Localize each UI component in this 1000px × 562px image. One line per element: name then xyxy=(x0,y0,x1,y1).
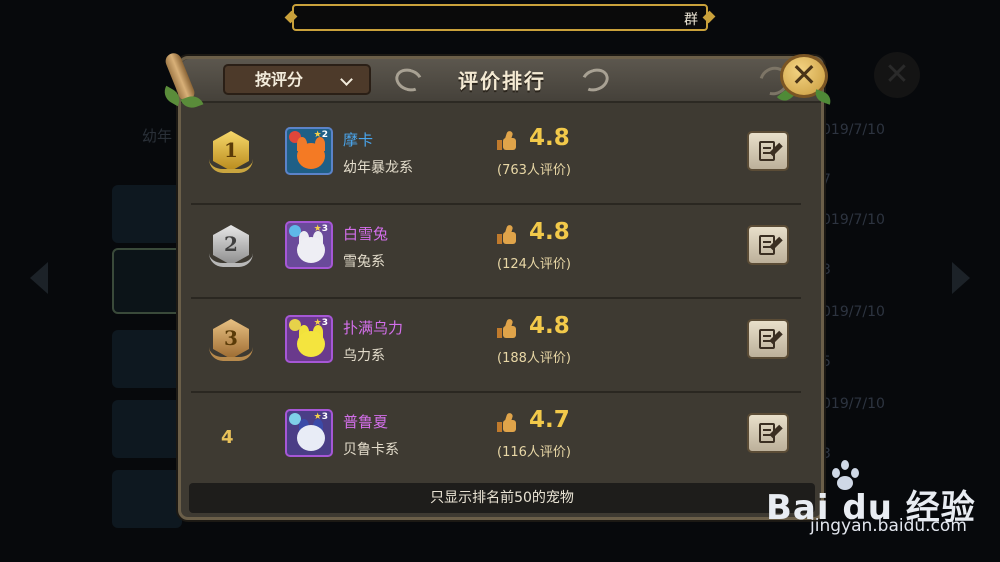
rating-score: 4.8 xyxy=(529,125,570,151)
rank-badge-gold: 1 xyxy=(209,129,253,177)
pet-family: 幼年暴龙系 xyxy=(343,160,413,176)
rating-ranking-panel: 按评分 评价排行 1 ★2 摩卡 幼年暴龙系 4.8 (763人评价) 2 ★3… xyxy=(178,56,824,520)
write-review-button[interactable] xyxy=(747,131,789,171)
pet-family: 雪兔系 xyxy=(343,254,385,270)
rank-number: 3 xyxy=(224,326,238,350)
thumbs-up-icon xyxy=(497,130,517,151)
arrow-left-icon xyxy=(30,262,48,294)
pet-family: 贝鲁卡系 xyxy=(343,442,399,458)
ranking-row: 4 ★3 普鲁夏 贝鲁卡系 4.7 (116人评价) xyxy=(191,393,801,487)
pet-avatar[interactable]: ★3 xyxy=(285,315,333,363)
rating-score: 4.7 xyxy=(529,407,570,433)
thumbs-up-icon xyxy=(497,224,517,245)
background-date: 019/7/10 xyxy=(822,304,885,320)
rating-score: 4.8 xyxy=(529,313,570,339)
panel-header: 按评分 评价排行 xyxy=(181,59,821,103)
background-close-icon: ✕ xyxy=(874,52,920,98)
background-card-selected xyxy=(112,248,182,314)
ranking-row: 1 ★2 摩卡 幼年暴龙系 4.8 (763人评价) xyxy=(191,111,801,205)
review-count: (188人评价) xyxy=(497,351,571,366)
background-date: 019/7/10 xyxy=(822,212,885,228)
ranking-row: 2 ★3 白雪兔 雪兔系 4.8 (124人评价) xyxy=(191,205,801,299)
pet-avatar[interactable]: ★3 xyxy=(285,221,333,269)
watermark-url: jingyan.baidu.com xyxy=(810,516,967,536)
write-review-button[interactable] xyxy=(747,225,789,265)
sort-label: 按评分 xyxy=(255,70,304,89)
sort-dropdown[interactable]: 按评分 xyxy=(223,64,371,95)
rank-number: 4 xyxy=(221,427,234,448)
pet-name: 普鲁夏 xyxy=(343,413,389,431)
rank-badge-silver: 2 xyxy=(209,223,253,271)
top-name-bar: 群 xyxy=(292,4,708,31)
panel-title: 评价排行 xyxy=(458,69,546,93)
arrow-right-icon xyxy=(952,262,970,294)
pet-name: 白雪兔 xyxy=(343,225,389,243)
background-date: 019/7/10 xyxy=(822,122,885,138)
footer-note: 只显示排名前50的宠物 xyxy=(189,483,815,513)
rank-badge-bronze: 3 xyxy=(209,317,253,365)
review-count: (124人评价) xyxy=(497,257,571,272)
baidu-watermark: Bai du 经验 jingyan.baidu.com xyxy=(766,458,996,542)
review-count: (116人评价) xyxy=(497,445,571,460)
background-label: 幼年 xyxy=(142,127,173,145)
review-count: (763人评价) xyxy=(497,163,571,178)
top-bar-text: 群 xyxy=(684,12,698,28)
pet-name: 摩卡 xyxy=(343,131,374,149)
background-card xyxy=(112,330,182,388)
background-card xyxy=(112,185,182,243)
ranking-list: 1 ★2 摩卡 幼年暴龙系 4.8 (763人评价) 2 ★3 白雪兔 雪兔系 … xyxy=(191,111,801,487)
title-ornament xyxy=(392,64,426,96)
rank-number: 2 xyxy=(224,232,238,256)
background-card xyxy=(112,400,182,458)
pet-figure xyxy=(297,331,325,357)
chevron-down-icon xyxy=(340,73,353,86)
write-review-button[interactable] xyxy=(747,413,789,453)
background-date: 019/7/10 xyxy=(822,396,885,412)
pet-figure xyxy=(297,143,325,169)
pet-family: 乌力系 xyxy=(343,348,385,364)
pet-avatar[interactable]: ★2 xyxy=(285,127,333,175)
scroll-decoration-icon xyxy=(160,50,204,114)
close-button[interactable]: ✕ xyxy=(776,52,834,105)
title-ornament xyxy=(578,64,612,96)
thumbs-up-icon xyxy=(497,412,517,433)
rank-number: 1 xyxy=(224,138,238,162)
pet-figure xyxy=(297,237,325,263)
thumbs-up-icon xyxy=(497,318,517,339)
rating-score: 4.8 xyxy=(529,219,570,245)
pet-name: 扑满乌力 xyxy=(343,319,404,337)
pet-avatar[interactable]: ★3 xyxy=(285,409,333,457)
ranking-row: 3 ★3 扑满乌力 乌力系 4.8 (188人评价) xyxy=(191,299,801,393)
background-card xyxy=(112,470,182,528)
pet-figure xyxy=(297,425,325,451)
write-review-button[interactable] xyxy=(747,319,789,359)
